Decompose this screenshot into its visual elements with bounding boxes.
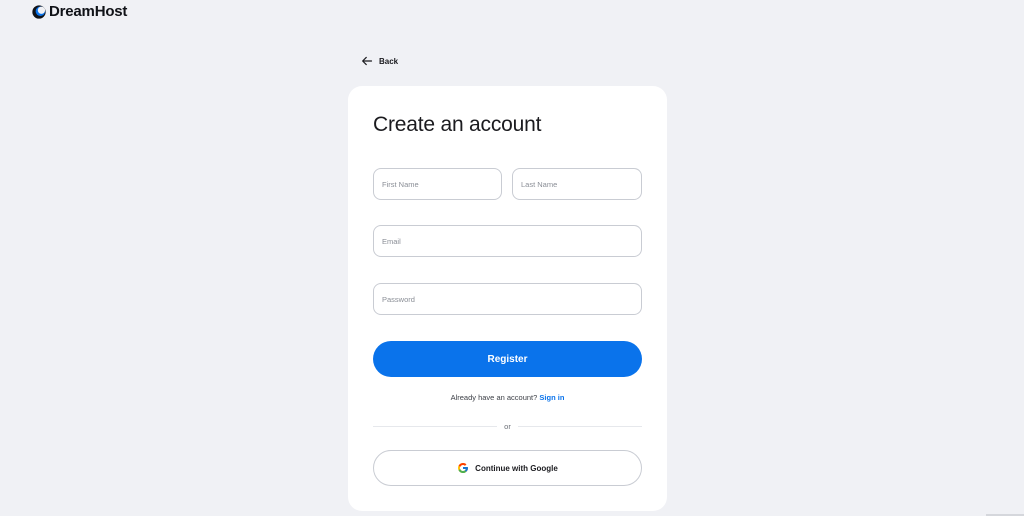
signin-prompt-text: Already have an account? [450, 393, 538, 402]
google-g-icon [458, 463, 469, 473]
arrow-left-icon [362, 56, 373, 66]
signin-link[interactable]: Sign in [539, 393, 564, 402]
brand-name: DreamHost [49, 3, 128, 20]
dreamhost-moon-logo-icon [32, 4, 46, 19]
email-field[interactable] [373, 225, 642, 257]
or-divider: or [373, 422, 642, 432]
dreamhost-logo[interactable]: DreamHost [32, 3, 127, 20]
register-button[interactable]: Register [373, 341, 642, 377]
google-button-label: Continue with Google [475, 463, 558, 473]
first-name-field[interactable] [373, 168, 502, 200]
password-field[interactable] [373, 283, 642, 315]
signup-card: Create an account Register Already have … [348, 86, 667, 511]
last-name-field[interactable] [512, 168, 642, 200]
continue-with-google-button[interactable]: Continue with Google [373, 450, 642, 486]
divider-text: or [504, 422, 511, 431]
back-link[interactable]: Back [361, 55, 398, 67]
signin-prompt-row: Already have an account? Sign in [373, 393, 642, 402]
back-label: Back [379, 56, 399, 66]
page-title: Create an account [373, 113, 542, 136]
